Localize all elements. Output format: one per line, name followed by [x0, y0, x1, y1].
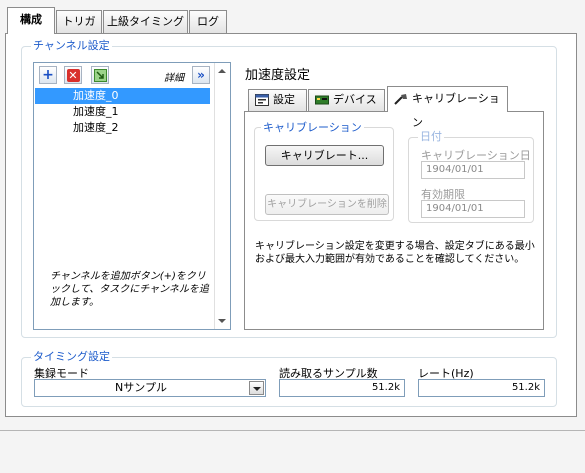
channel-list-scrollbar[interactable]	[214, 63, 230, 329]
calibration-tool-icon	[394, 94, 407, 105]
rate-input[interactable]: 51.2k	[418, 379, 545, 397]
delete-icon: ✕	[66, 68, 80, 82]
button-label: キャリブレート...	[280, 149, 369, 162]
channel-list[interactable]: + ✕ 詳細 » 加速度_0 加速度_1 加速度_2 チャンネルを追加ボタン(+…	[33, 62, 231, 330]
subtab-label: デバイス	[333, 93, 377, 106]
subtab-label: 設定	[273, 93, 295, 106]
plus-icon: +	[42, 67, 54, 83]
device-icon	[315, 95, 329, 105]
rename-channel-button[interactable]	[91, 66, 109, 84]
calibration-note: キャリブレーション設定を変更する場合、設定タブにある最小および最大入力範囲が有効…	[255, 241, 535, 265]
subtab-settings[interactable]: 設定	[248, 89, 307, 111]
tab-label: トリガ	[62, 15, 96, 28]
calibration-group-title: キャリブレーション	[261, 121, 364, 134]
add-channel-button[interactable]: +	[39, 66, 57, 84]
bottom-divider	[0, 430, 585, 431]
channel-name: 加速度_0	[73, 89, 119, 102]
double-chevron-right-icon: »	[197, 68, 205, 82]
channel-name: 加速度_2	[73, 121, 119, 134]
tab-logging[interactable]: ログ	[189, 10, 227, 33]
expand-details-button[interactable]: »	[192, 66, 210, 84]
arrow-down-right-icon	[93, 68, 107, 82]
button-label: キャリブレーションを削除	[267, 199, 387, 210]
tab-label: ログ	[197, 15, 219, 28]
samples-to-read-input[interactable]: 51.2k	[279, 379, 405, 397]
scroll-up-icon[interactable]	[218, 69, 226, 73]
channel-settings-title: チャンネル設定	[31, 39, 112, 52]
subtab-device[interactable]: デバイス	[308, 89, 385, 111]
tab-trigger[interactable]: トリガ	[56, 10, 102, 33]
channel-list-item[interactable]: 加速度_2	[35, 120, 210, 136]
scroll-down-icon[interactable]	[218, 319, 226, 323]
tab-configuration[interactable]: 構成	[7, 7, 55, 34]
timing-settings-title: タイミング設定	[31, 350, 112, 363]
settings-icon	[255, 94, 269, 106]
channel-list-item[interactable]: 加速度_1	[35, 104, 210, 120]
delete-calibration-button[interactable]: キャリブレーションを削除	[265, 194, 389, 215]
channel-list-item[interactable]: 加速度_0	[35, 88, 210, 104]
acquisition-mode-value: Nサンプル	[115, 381, 167, 394]
remove-channel-button[interactable]: ✕	[64, 66, 82, 84]
calibrate-button[interactable]: キャリブレート...	[265, 145, 384, 166]
subtab-calibration[interactable]: キャリブレーション	[387, 86, 508, 129]
add-channel-hint: チャンネルを追加ボタン(+)をクリックして、タスクにチャンネルを追加します。	[50, 271, 209, 308]
dropdown-button[interactable]	[249, 381, 264, 395]
tab-label: 構成	[20, 13, 42, 26]
calibration-date-field: 1904/01/01	[421, 161, 525, 179]
expiry-date-field: 1904/01/01	[421, 200, 525, 218]
chevron-down-icon	[253, 387, 261, 391]
details-label: 詳細	[164, 73, 184, 84]
tab-label: 上級タイミング	[107, 15, 184, 28]
channel-name: 加速度_1	[73, 105, 119, 118]
acquisition-mode-select[interactable]: Nサンプル	[34, 379, 266, 397]
calibration-panel: キャリブレーション キャリブレート... キャリブレーションを削除 日付 キャリ…	[244, 111, 544, 330]
channel-panel-title: 加速度設定	[245, 68, 311, 83]
tab-advanced-timing[interactable]: 上級タイミング	[103, 10, 188, 33]
